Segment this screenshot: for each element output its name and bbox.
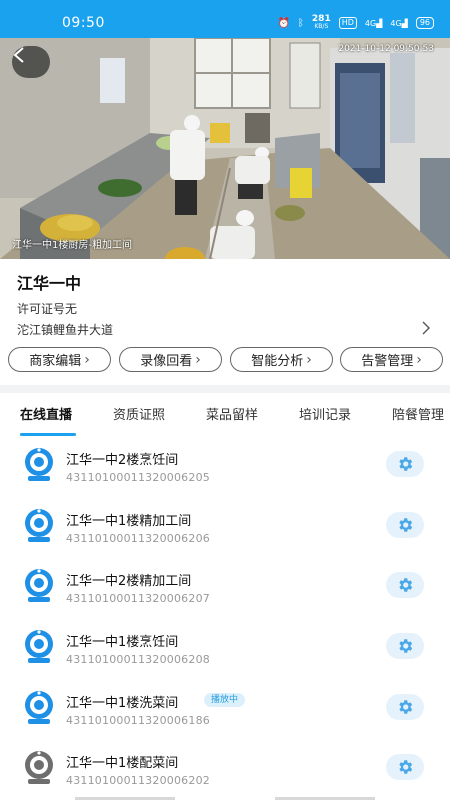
video-caption: 江华一中1楼厨房-粗加工间 [12,240,132,251]
alarm-icon: ⏰ [277,17,290,29]
merchant-address[interactable]: 沱江镇鲤鱼井大道 [17,321,113,338]
camera-row[interactable]: 江华一中1楼配菜间 43110100011320006202 [0,748,450,800]
camera-settings-button[interactable] [386,754,424,780]
signal-label-1: 4G [364,18,377,28]
camera-icon [25,630,53,663]
camera-row[interactable]: 江华一中2楼烹饪间 43110100011320006205 [0,445,450,505]
alarm-management-button[interactable]: 告警管理 › [340,347,443,372]
chevron-left-icon [13,47,24,63]
camera-row[interactable]: 江华一中2楼精加工间 43110100011320006207 [0,566,450,626]
chevron-right-icon: › [195,351,201,368]
gear-icon [399,578,413,592]
merchant-edit-label: 商家编辑 [29,354,82,369]
signal-icon-1: 4G▟ [364,18,383,28]
gear-icon [399,639,413,653]
camera-name: 江华一中1楼洗菜间 [66,696,179,711]
back-button[interactable] [12,46,50,78]
camera-settings-button[interactable] [386,694,424,720]
battery-icon: 96 [415,17,434,29]
camera-id: 43110100011320006208 [66,653,210,666]
merchant-edit-button[interactable]: 商家编辑 › [8,347,111,372]
smart-analysis-label: 智能分析 [251,354,304,369]
chevron-right-icon: › [84,351,90,368]
smart-analysis-button[interactable]: 智能分析 › [230,347,333,372]
gear-icon [399,457,413,471]
tab-live[interactable]: 在线直播 [20,404,72,423]
tab-training-records[interactable]: 培训记录 [299,404,351,423]
camera-icon [25,751,53,784]
chevron-right-icon: › [306,351,312,368]
status-icons: ⏰ ᛒ 281 KB/S HD 4G▟ 4G▟ 96 [277,15,434,31]
bluetooth-icon: ᛒ [297,17,304,29]
camera-icon [25,691,53,724]
camera-id: 43110100011320006202 [66,774,210,787]
playback-label: 录像回看 [140,354,193,369]
camera-name: 江华一中2楼烹饪间 [66,453,179,468]
net-speed-unit: KB/S [314,23,329,30]
camera-settings-button[interactable] [386,512,424,538]
signal-icon-2: 4G▟ [390,18,408,28]
camera-settings-button[interactable] [386,572,424,598]
camera-name: 江华一中2楼精加工间 [66,574,192,589]
net-speed: 281 KB/S [312,15,331,31]
playing-badge: 播放中 [204,693,246,707]
merchant-name: 江华一中 [17,274,82,293]
camera-settings-button[interactable] [386,451,424,477]
hd-icon: HD [338,17,357,29]
camera-settings-button[interactable] [386,633,424,659]
playback-button[interactable]: 录像回看 › [119,347,222,372]
video-timestamp: 2021-10-12 09:50:53 [338,44,434,54]
tab-bar: 在线直播 资质证照 菜品留样 培训记录 陪餐管理 [0,404,450,436]
gear-icon [399,518,413,532]
camera-id: 43110100011320006205 [66,471,210,484]
signal-label-2: 4G [390,18,402,28]
net-speed-value: 281 [311,14,331,24]
section-divider [0,385,450,393]
merchant-license: 许可证号无 [17,302,78,316]
camera-icon [25,509,53,542]
camera-icon [25,569,53,602]
gear-icon [399,760,413,774]
chevron-right-icon[interactable] [420,320,432,336]
active-tab-indicator [20,433,76,436]
status-time: 09:50 [62,15,105,31]
gear-icon [399,700,413,714]
camera-icon [25,448,53,481]
camera-name: 江华一中1楼烹饪间 [66,635,179,650]
tab-dish-samples[interactable]: 菜品留样 [206,404,258,423]
camera-name: 江华一中1楼配菜间 [66,756,179,771]
camera-id: 43110100011320006186 [66,714,210,727]
video-frame-image [0,38,450,259]
tab-qualifications[interactable]: 资质证照 [113,404,165,423]
live-video-player[interactable]: 2021-10-12 09:50:53 江华一中1楼厨房-粗加工间 [0,38,450,259]
chevron-right-icon: › [416,351,422,368]
camera-id: 43110100011320006206 [66,532,210,545]
camera-row[interactable]: 江华一中1楼烹饪间 43110100011320006208 [0,627,450,687]
alarm-management-label: 告警管理 [361,354,414,369]
camera-name: 江华一中1楼精加工间 [66,514,192,529]
camera-id: 43110100011320006207 [66,592,210,605]
tab-meal-accompany[interactable]: 陪餐管理 [392,404,444,423]
camera-row[interactable]: 江华一中1楼洗菜间 43110100011320006186 播放中 [0,688,450,748]
camera-row[interactable]: 江华一中1楼精加工间 43110100011320006206 [0,506,450,566]
